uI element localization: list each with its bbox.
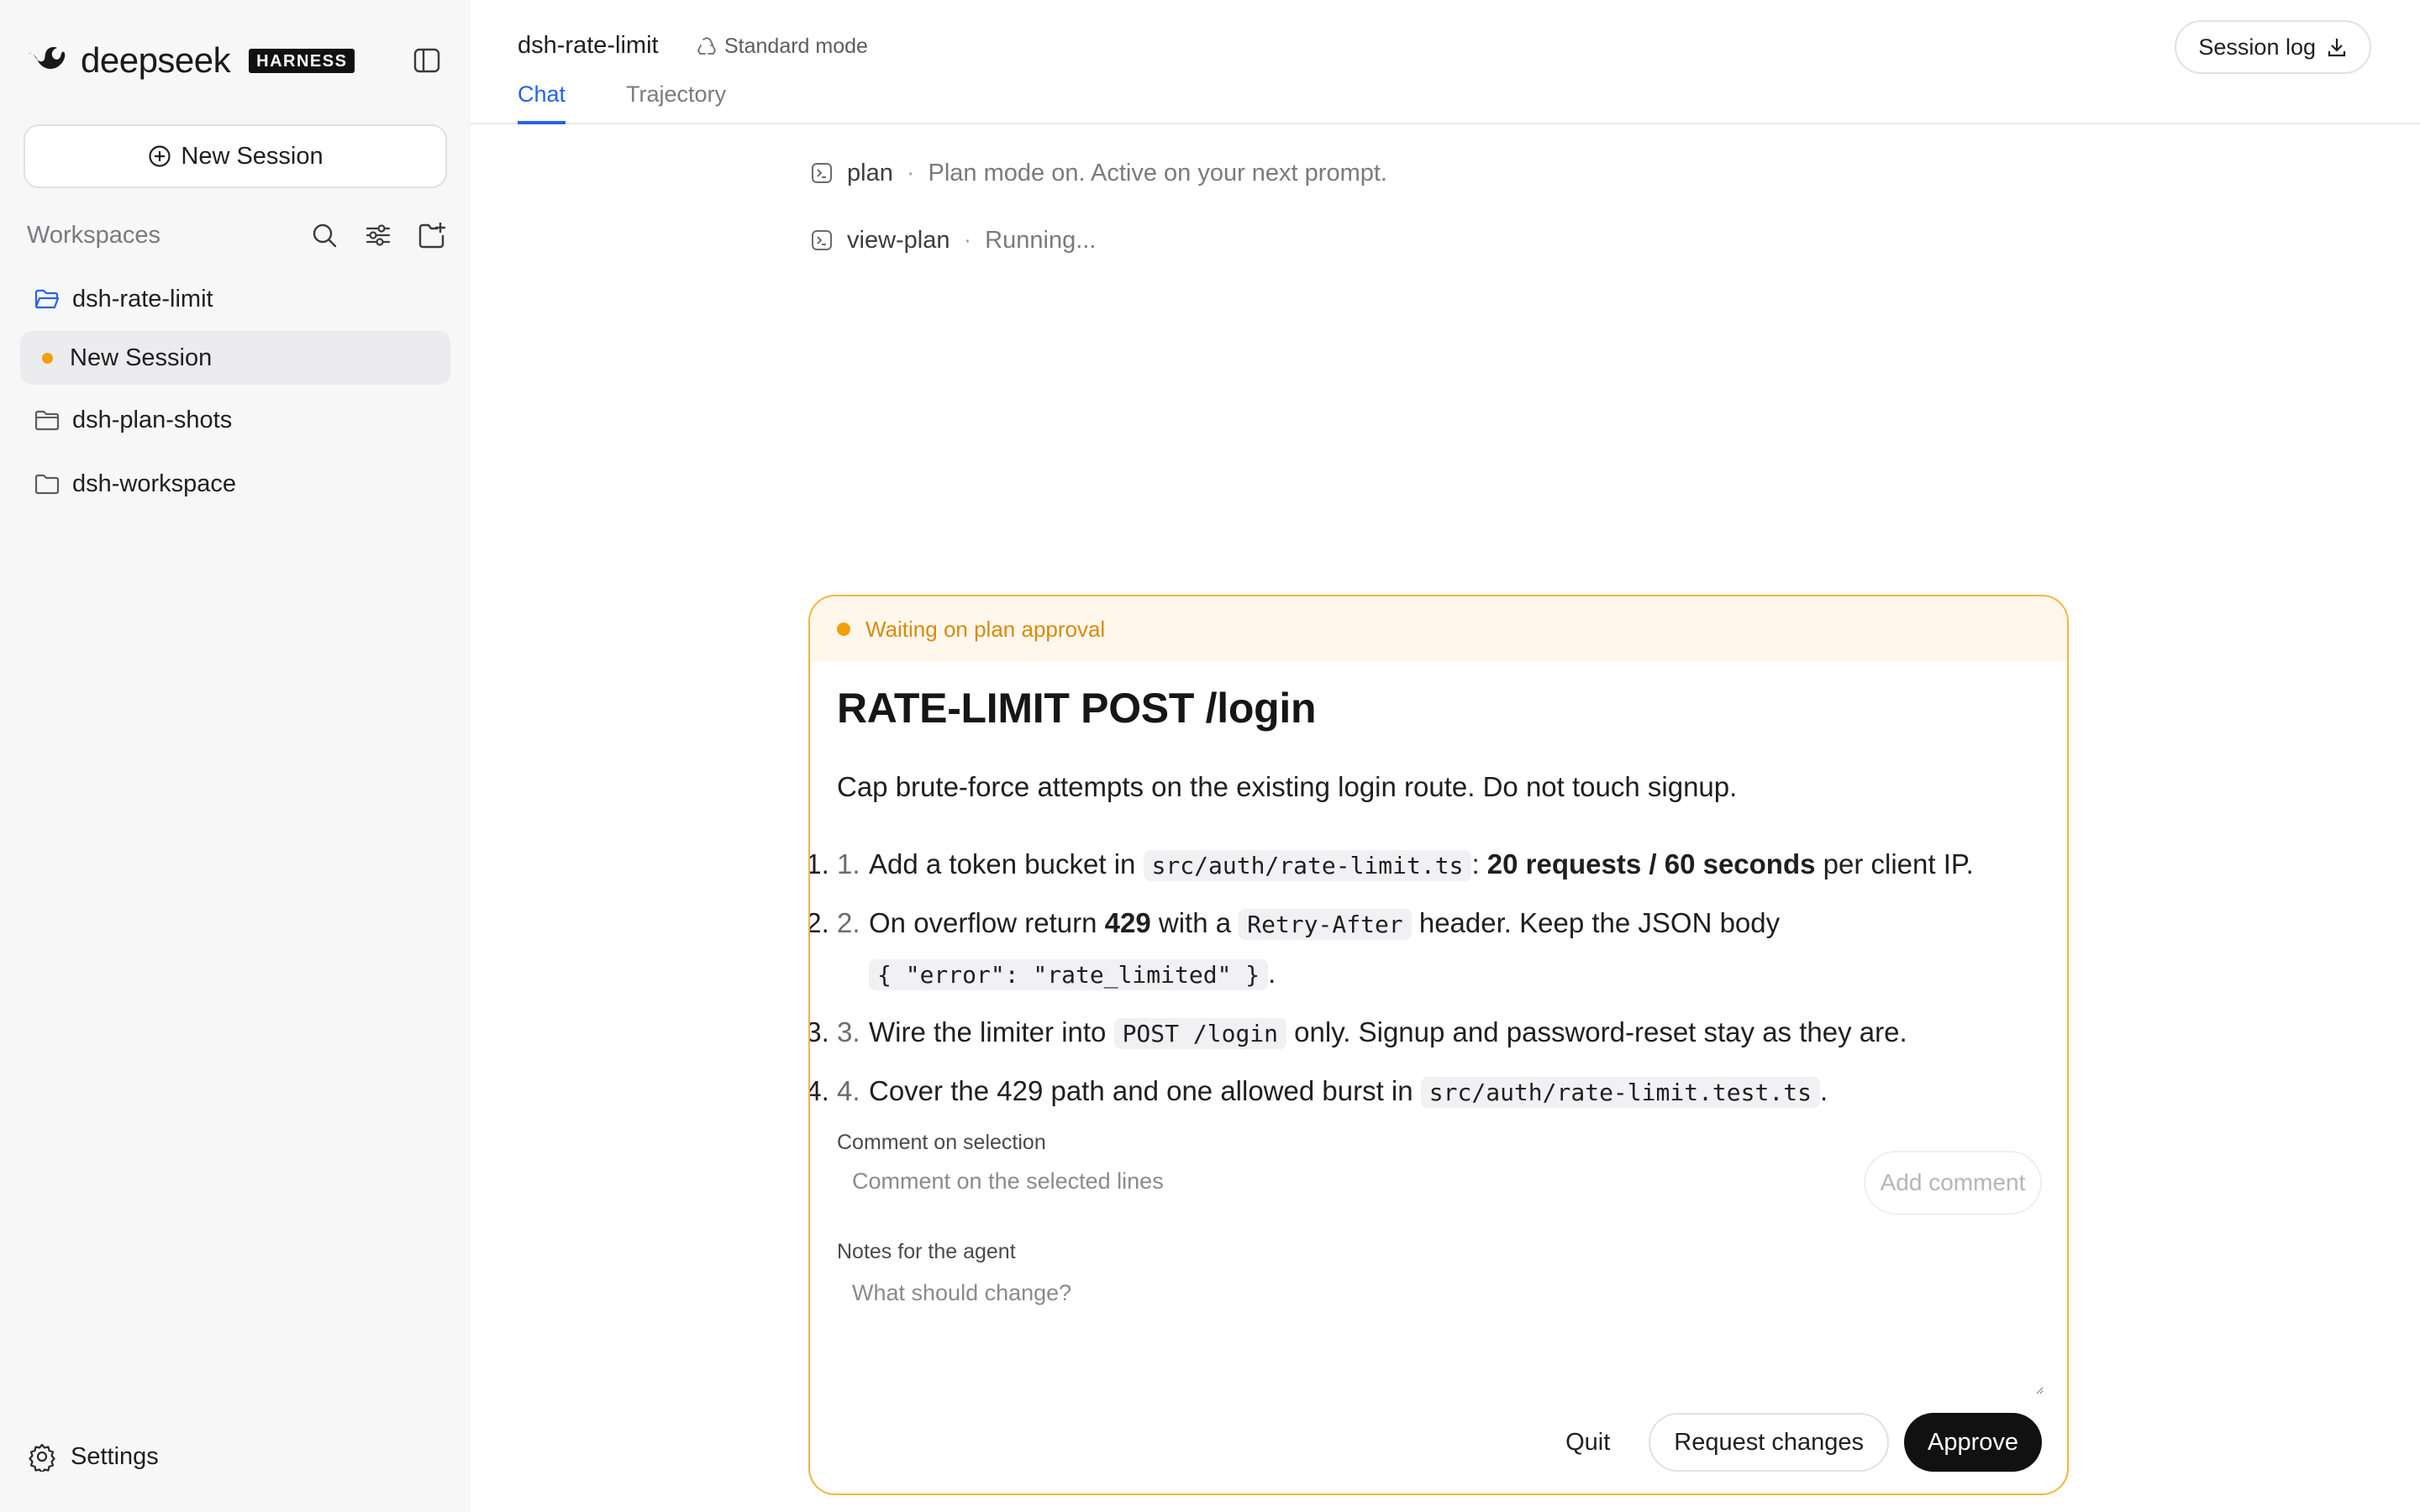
folder-icon — [34, 474, 60, 495]
step-text: Cover the 429 path and one allowed burst… — [869, 1075, 1421, 1106]
plan-summary: Cap brute-force attempts on the existing… — [837, 771, 1738, 802]
step-text: per client IP. — [1815, 848, 1974, 879]
code-snippet: Retry-After — [1239, 909, 1412, 940]
command-message: Plan mode on. Active on your next prompt… — [928, 160, 1387, 186]
command-line-view-plan: view-plan · Running... — [810, 223, 1096, 257]
step-text: Add a token bucket in — [869, 848, 1144, 879]
sidebar: deepseek HARNESS New Session Workspaces … — [0, 0, 471, 1512]
plan-step[interactable]: 3. Wire the limiter into POST /login onl… — [837, 1008, 2047, 1058]
brand-name: deepseek — [81, 40, 231, 80]
top-header: dsh-rate-limit Standard mode Chat Trajec… — [471, 0, 2420, 124]
step-text: . — [1819, 1075, 1828, 1106]
new-session-label: New Session — [181, 142, 324, 170]
command-message: Running... — [985, 227, 1097, 254]
settings-button[interactable]: Settings — [27, 1441, 159, 1472]
add-comment-button[interactable]: Add comment — [1864, 1151, 2042, 1215]
step-emphasis: 20 requests / 60 seconds — [1486, 848, 1816, 879]
step-text: only. Signup and password-reset stay as … — [1286, 1016, 1907, 1047]
mode-indicator[interactable]: Standard mode — [696, 32, 868, 60]
plan-step[interactable]: 2. On overflow return 429 with a Retry-A… — [837, 899, 2047, 1000]
brand-badge: HARNESS — [249, 48, 355, 73]
step-number: 1. — [837, 848, 860, 879]
workspace-item-dsh-plan-shots[interactable]: dsh-plan-shots — [20, 393, 450, 447]
step-text: On overflow return — [869, 907, 1105, 938]
terminal-icon — [812, 163, 832, 183]
plan-step[interactable]: 1. Add a token bucket in src/auth/rate-l… — [837, 840, 2047, 890]
step-number: 3. — [837, 1016, 860, 1047]
status-dot — [42, 352, 53, 364]
request-changes-button[interactable]: Request changes — [1649, 1413, 1889, 1472]
plan-step[interactable]: 4. Cover the 429 path and one allowed bu… — [837, 1067, 2047, 1117]
quit-button[interactable]: Quit — [1542, 1413, 1634, 1472]
step-line: { "error": "rate_limited" }. — [869, 949, 2047, 1000]
step-text: Wire the limiter into — [869, 1016, 1114, 1047]
workspace-label: dsh-rate-limit — [72, 285, 213, 312]
workspace-label: dsh-plan-shots — [72, 406, 233, 433]
folder-open-icon — [34, 289, 60, 309]
approve-button[interactable]: Approve — [1903, 1413, 2042, 1472]
session-log-button[interactable]: Session log — [2175, 20, 2371, 74]
folder-icon — [34, 410, 60, 431]
workspace-item-dsh-workspace[interactable]: dsh-workspace — [20, 457, 450, 511]
code-snippet: POST /login — [1113, 1018, 1287, 1049]
brand[interactable]: deepseek HARNESS — [25, 42, 355, 79]
mode-label: Standard mode — [724, 34, 868, 58]
search-icon[interactable] — [309, 220, 339, 250]
terminal-icon — [812, 230, 832, 250]
step-emphasis: 429 — [1104, 907, 1151, 938]
filter-sliders-icon[interactable] — [363, 220, 393, 250]
new-session-button[interactable]: New Session — [24, 124, 447, 188]
tab-chat[interactable]: Chat — [518, 77, 566, 124]
separator: · — [963, 227, 972, 254]
step-text: with a — [1150, 907, 1239, 938]
plus-circle-icon — [149, 145, 171, 167]
status-banner: Waiting on plan approval — [810, 596, 2067, 662]
step-text: header. Keep the JSON body — [1411, 907, 1781, 938]
notes-textarea[interactable] — [837, 1268, 2044, 1394]
plan-approval-card: Waiting on plan approval RATE-LIMIT POST… — [808, 595, 2069, 1495]
step-text: : — [1471, 848, 1487, 879]
session-log-label: Session log — [2198, 34, 2316, 60]
step-number: 4. — [837, 1075, 860, 1106]
tab-trajectory[interactable]: Trajectory — [626, 77, 726, 124]
session-item-new-session[interactable]: New Session — [20, 331, 450, 385]
step-number: 2. — [837, 907, 860, 938]
command-line-plan: plan · Plan mode on. Active on your next… — [810, 156, 1387, 190]
workspaces-title: Workspaces — [27, 222, 161, 249]
download-icon — [2328, 39, 2346, 57]
tab-bar: Chat Trajectory — [518, 77, 726, 124]
plan-steps: 1. Add a token bucket in src/auth/rate-l… — [837, 840, 2047, 1126]
notes-label: Notes for the agent — [837, 1240, 1016, 1263]
command-name: plan — [847, 160, 893, 186]
step-text: . — [1268, 958, 1276, 989]
gear-icon — [29, 1443, 55, 1472]
workspace-label: dsh-workspace — [72, 470, 237, 497]
settings-label: Settings — [71, 1442, 159, 1470]
code-snippet: { "error": "rate_limited" } — [869, 959, 1269, 990]
code-snippet: src/auth/rate-limit.ts — [1143, 850, 1472, 881]
whale-logo-icon — [28, 47, 66, 69]
code-snippet: src/auth/rate-limit.test.ts — [1420, 1077, 1820, 1108]
separator: · — [906, 160, 915, 186]
command-name: view-plan — [847, 227, 950, 254]
plan-actions: Quit Request changes Approve — [1542, 1413, 2042, 1472]
sidebar-toggle-icon[interactable] — [412, 45, 442, 76]
recycle-icon — [697, 37, 716, 55]
status-text: Waiting on plan approval — [865, 616, 1106, 642]
workspace-item-dsh-rate-limit[interactable]: dsh-rate-limit — [20, 272, 450, 326]
workspace-name: dsh-rate-limit — [518, 32, 659, 59]
workspace-list: dsh-rate-limit New Session dsh-plan-shot… — [20, 270, 450, 511]
new-folder-icon[interactable] — [417, 220, 447, 250]
session-label: New Session — [70, 344, 213, 371]
workspaces-header: Workspaces — [27, 220, 447, 250]
status-dot — [837, 622, 850, 636]
plan-title: RATE-LIMIT POST /login — [837, 685, 1317, 732]
comment-input[interactable] — [837, 1151, 1828, 1211]
